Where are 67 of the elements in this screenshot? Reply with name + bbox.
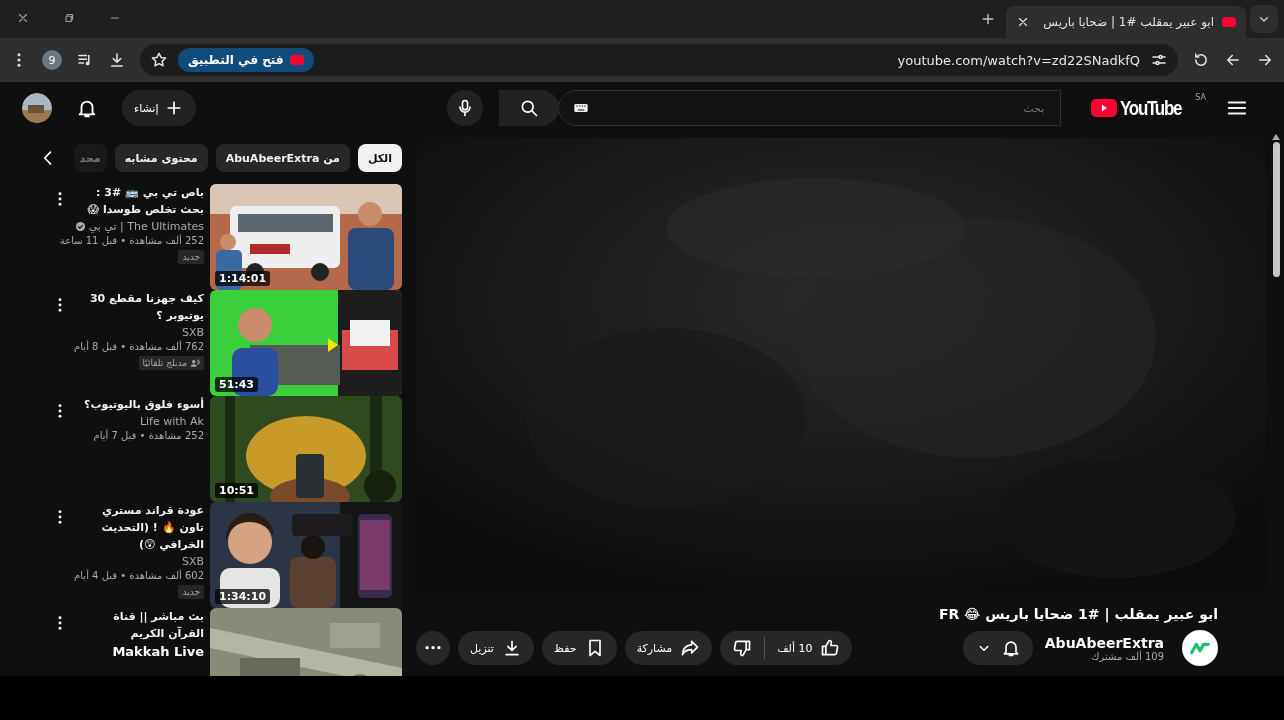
- dubbed-icon: [190, 358, 200, 368]
- youtube-logo-icon: [289, 55, 304, 65]
- close-icon[interactable]: [16, 11, 30, 25]
- tab-list-button[interactable]: [1250, 5, 1278, 33]
- filter-chip[interactable]: الكل: [357, 144, 402, 172]
- browser-tab[interactable]: ابو عبير يمقلب #1 | ضحايا باريس: [1006, 6, 1246, 38]
- more-options-icon[interactable]: [58, 298, 62, 312]
- duration-badge: 10:51: [215, 483, 258, 498]
- video-meta: 602 ألف مشاهدة • قبل 4 أيام: [74, 570, 204, 581]
- save-button[interactable]: حفظ: [541, 631, 617, 665]
- more-actions-button[interactable]: [416, 631, 450, 665]
- avatar-icon[interactable]: [22, 93, 52, 123]
- share-button[interactable]: مشاركة: [624, 631, 713, 665]
- duration-badge: 51:43: [215, 377, 258, 392]
- channel-name[interactable]: SXB: [181, 555, 204, 568]
- video-badge: جديد: [178, 250, 204, 264]
- more-options-icon[interactable]: [58, 510, 62, 524]
- video-badge: جديد: [178, 585, 204, 599]
- subscriber-count: 109 ألف مشترك: [1090, 650, 1164, 662]
- channel-name[interactable]: The Ultimates | تي بي: [74, 220, 204, 233]
- plus-icon: [980, 11, 996, 27]
- search-bar[interactable]: بحث: [558, 90, 1062, 126]
- url-text: youtube.com/watch?v=zd22SNadkfQ: [897, 52, 1140, 68]
- create-button[interactable]: إنشاء: [122, 90, 197, 126]
- more-options-icon[interactable]: [58, 616, 62, 630]
- search-icon: [519, 98, 540, 118]
- video-title[interactable]: باص تي بي 🚌 #3 : بحث تخلص طوسدا 😱: [76, 184, 204, 218]
- video-title: ابو عبير يمقلب | #1 ضحايا باريس 😂 FR: [937, 606, 1218, 622]
- thumbs-up-icon: [820, 638, 841, 658]
- download-icon[interactable]: [108, 51, 126, 69]
- channel-name[interactable]: SXB: [181, 326, 204, 339]
- channel-avatar-icon[interactable]: [1182, 630, 1218, 666]
- video-title[interactable]: أسوء فلوق باليوتيوب؟: [84, 396, 204, 413]
- channel-name[interactable]: Makkah Live: [112, 644, 204, 659]
- restore-icon[interactable]: [62, 11, 76, 25]
- channel-name[interactable]: Life with Ak: [139, 415, 204, 428]
- channel-name[interactable]: AbuAbeerExtra: [1044, 634, 1164, 651]
- thumbs-down-icon: [732, 638, 753, 658]
- scroll-up-icon: [1272, 134, 1280, 140]
- video-title[interactable]: عودة قراند مستري تاون 🔥 ! (التحديث الخرافي 😲): [76, 502, 204, 553]
- duration-badge: 1:14:01: [215, 271, 271, 286]
- video-badge: مدبلج تلقائيًا: [138, 356, 204, 370]
- video-meta: 252 ألف مشاهدة • قبل 11 ساعة: [59, 235, 204, 246]
- profile-badge[interactable]: 9: [42, 50, 62, 70]
- scrollbar-thumb[interactable]: [1272, 142, 1280, 277]
- more-options-icon[interactable]: [58, 404, 62, 418]
- search-button[interactable]: [499, 90, 560, 126]
- filter-chip[interactable]: محد: [73, 144, 107, 172]
- more-icon: [425, 645, 441, 651]
- more-options-icon[interactable]: [58, 192, 62, 206]
- video-title[interactable]: بث مباشر || قناة القرآن الكريم: [76, 608, 204, 642]
- voice-search-button[interactable]: [447, 90, 484, 126]
- reload-icon[interactable]: [1192, 51, 1210, 69]
- video-meta: 762 ألف مشاهدة • قبل 8 أيام: [74, 341, 204, 352]
- search-field[interactable]: بحث: [597, 100, 1047, 116]
- youtube-favicon-icon: [1222, 17, 1236, 27]
- share-icon: [680, 638, 701, 658]
- video-title[interactable]: كيف جهزنا مقطع 30 يوتيوبر ؟: [76, 290, 204, 324]
- tab-title: ابو عبير يمقلب #1 | ضحايا باريس: [1042, 15, 1214, 29]
- filter-chip[interactable]: محتوى مشابه: [114, 144, 208, 172]
- star-icon[interactable]: [150, 51, 168, 69]
- close-icon[interactable]: [1016, 15, 1030, 29]
- download-button[interactable]: تنزيل: [458, 631, 534, 665]
- video-meta: 252 مشاهدة • قبل 7 أيام: [93, 430, 204, 441]
- open-in-app-button[interactable]: فتح في التطبيق: [178, 48, 314, 72]
- subscription-bell-button[interactable]: [962, 631, 1033, 665]
- filter-chip[interactable]: من AbuAbeerExtra: [215, 144, 350, 172]
